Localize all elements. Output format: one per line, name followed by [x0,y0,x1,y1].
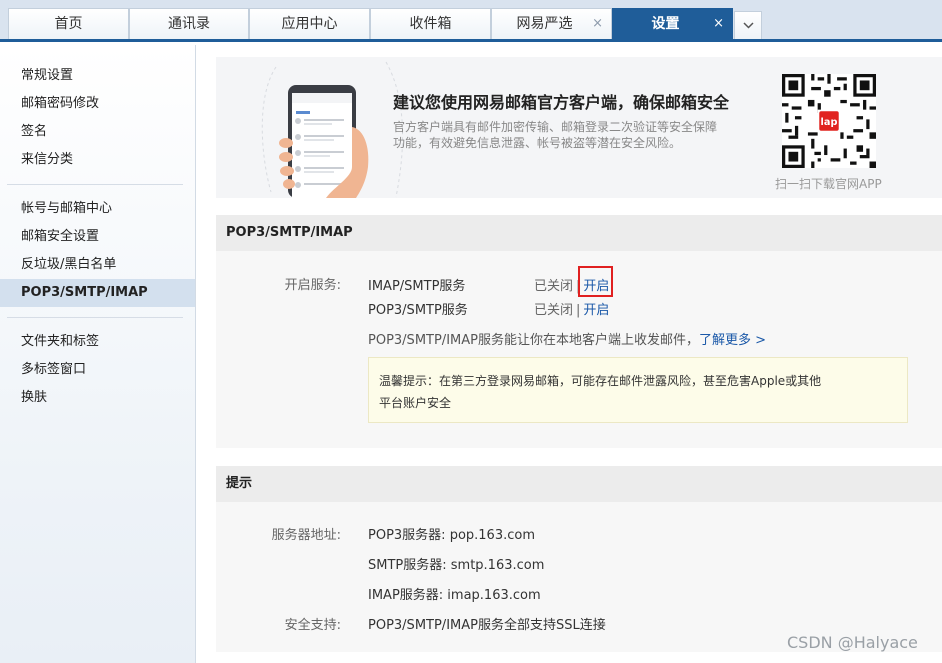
sidebar-item-password[interactable]: 邮箱密码修改 [0,90,195,118]
banner-description: 官方客户端具有邮件加密传输、邮箱登录二次验证等安全保障功能，有效避免信息泄露、帐… [393,120,718,150]
settings-sidebar: 常规设置 邮箱密码修改 签名 来信分类 帐号与邮箱中心 邮箱安全设置 反垃圾/黑… [0,45,196,663]
sidebar-item-multitab[interactable]: 多标签窗口 [0,356,195,384]
close-icon[interactable]: × [713,9,724,39]
tab-label: 通讯录 [168,16,210,32]
close-icon[interactable]: × [592,9,603,39]
chevron-down-icon [743,22,754,29]
tab-more-button[interactable] [734,11,762,39]
tab-label: 网易严选 [516,16,573,32]
sidebar-item-antispam[interactable]: 反垃圾/黑白名单 [0,251,195,279]
qr-code-icon: lap [782,74,876,168]
sidebar-item-general[interactable]: 常规设置 [0,62,195,90]
banner-title: 建议您使用网易邮箱官方客户端，确保邮箱安全 [393,93,730,112]
watermark: CSDN @Halyace [787,633,918,652]
tab-settings[interactable]: 设置 × [612,8,733,39]
service-info: POP3/SMTP/IMAP服务能让你在本地客户端上收发邮件，了解更多 > [368,329,766,348]
sidebar-item-mail-filter[interactable]: 来信分类 [0,146,195,174]
sidebar-divider [7,317,183,318]
tab-label: 收件箱 [409,16,452,32]
sidebar-item-pop3[interactable]: POP3/SMTP/IMAP [0,279,195,307]
tab-home[interactable]: 首页 [8,8,129,39]
security-support-label: 安全支持: [284,618,341,633]
server-address-label: 服务器地址: [271,528,341,543]
sidebar-item-skin[interactable]: 换肤 [0,384,195,412]
tab-contacts[interactable]: 通讯录 [129,8,249,39]
sidebar-divider [7,184,183,185]
pop3-smtp-service-name: POP3/SMTP服务 [368,303,468,318]
tab-inbox[interactable]: 收件箱 [370,8,491,39]
sidebar-item-folders[interactable]: 文件夹和标签 [0,328,195,356]
warning-notice: 温馨提示：在第三方登录网易邮箱，可能存在邮件泄露风险，甚至危害Apple或其他 … [368,357,908,423]
imap-smtp-service-name: IMAP/SMTP服务 [368,279,466,294]
tab-app-center[interactable]: 应用中心 [249,8,370,39]
pop3-section-header: POP3/SMTP/IMAP [216,215,942,251]
sidebar-item-security[interactable]: 邮箱安全设置 [0,223,195,251]
pop3-server: POP3服务器: pop.163.com [368,528,535,543]
sidebar-item-account-center[interactable]: 帐号与邮箱中心 [0,195,195,223]
highlight-box [578,266,613,297]
pop3-smtp-service-status: 已关闭 | 开启 [534,299,609,318]
enable-pop3-smtp-link[interactable]: 开启 [583,303,609,318]
tab-bar: 首页 通讯录 应用中心 收件箱 网易严选 × 设置 × [0,0,942,42]
separator: | [576,303,581,318]
tab-label: 设置 [651,16,680,32]
status-text: 已关闭 [534,279,574,294]
sidebar-item-signature[interactable]: 签名 [0,118,195,146]
security-support-text: POP3/SMTP/IMAP服务全部支持SSL连接 [368,618,606,633]
client-promo-banner: 建议您使用网易邮箱官方客户端，确保邮箱安全 官方客户端具有邮件加密传输、邮箱登录… [216,57,942,198]
smtp-server: SMTP服务器: smtp.163.com [368,558,545,573]
tab-yanxuan[interactable]: 网易严选 × [491,8,612,39]
qr-logo-text: lap [821,117,838,128]
status-text: 已关闭 [534,303,574,318]
tips-section-header: 提示 [216,466,942,502]
tab-label: 应用中心 [281,16,338,32]
learn-more-link[interactable]: 了解更多 > [699,333,766,348]
warning-line-2: 平台账户安全 [379,396,452,410]
tab-label: 首页 [54,16,83,32]
services-label: 开启服务: [284,278,341,293]
service-info-text: POP3/SMTP/IMAP服务能让你在本地客户端上收发邮件， [368,333,699,348]
imap-server: IMAP服务器: imap.163.com [368,588,541,603]
warning-line-1: 温馨提示：在第三方登录网易邮箱，可能存在邮件泄露风险，甚至危害Apple或其他 [379,374,822,388]
qr-caption: 扫一扫下载官网APP [775,177,882,191]
